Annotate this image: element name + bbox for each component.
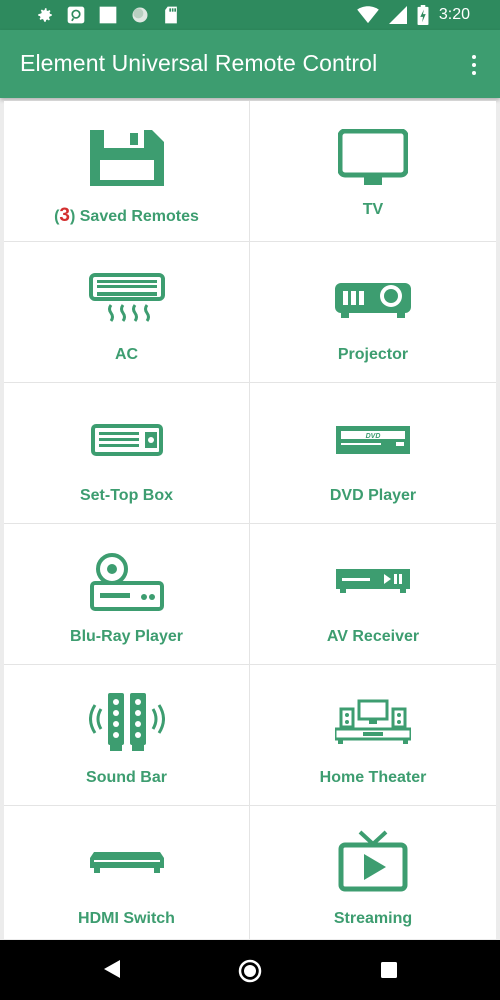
set-top-box-icon <box>90 424 163 456</box>
status-icons-left <box>36 5 180 25</box>
tile-set-top-box[interactable]: Set-Top Box <box>4 383 250 524</box>
tile-tv[interactable]: TV <box>250 101 496 242</box>
overflow-menu-icon[interactable] <box>464 50 484 80</box>
back-icon[interactable] <box>104 960 120 978</box>
projector-icon <box>335 283 411 318</box>
app-bar: Element Universal Remote Control <box>0 30 500 98</box>
tile-label: Streaming <box>333 910 413 927</box>
circle-icon <box>132 7 148 23</box>
sd-card-icon <box>165 6 177 24</box>
cast-icon <box>67 6 85 24</box>
square-icon <box>99 6 117 24</box>
tile-label: HDMI Switch <box>78 910 175 927</box>
tile-ac[interactable]: AC <box>4 242 250 383</box>
signal-icon <box>388 6 407 24</box>
tile-label: AV Receiver <box>326 628 420 645</box>
tile-label: TV <box>362 201 384 218</box>
home-theater-icon <box>335 699 411 744</box>
av-receiver-icon <box>336 569 410 593</box>
tile-label: AC <box>114 346 139 363</box>
tile-dvd-player[interactable]: DVD DVD Player <box>250 383 496 524</box>
status-bar: 3:20 <box>0 0 500 30</box>
tile-label: Home Theater <box>319 769 427 786</box>
tile-projector[interactable]: Projector <box>250 242 496 383</box>
home-icon[interactable] <box>238 959 262 983</box>
tile-hdmi-switch[interactable]: HDMI Switch <box>4 806 250 939</box>
bluray-player-icon <box>89 553 164 611</box>
svg-text:DVD: DVD <box>366 433 381 440</box>
app-title: Element Universal Remote Control <box>20 50 378 76</box>
floppy-disk-icon <box>89 130 164 186</box>
clock: 3:20 <box>438 6 470 23</box>
navigation-bar <box>0 940 500 1000</box>
tile-label: Blu-Ray Player <box>70 628 183 645</box>
tile-home-theater[interactable]: Home Theater <box>250 665 496 806</box>
gear-icon <box>38 8 52 22</box>
tile-label: Set-Top Box <box>79 487 174 504</box>
sound-bar-icon <box>88 693 165 751</box>
tv-icon <box>338 129 408 185</box>
battery-icon <box>417 5 429 25</box>
tile-label: Sound Bar <box>86 769 167 786</box>
streaming-icon <box>338 830 408 892</box>
air-conditioner-icon <box>88 273 165 322</box>
tile-streaming[interactable]: Streaming <box>250 806 496 939</box>
recents-icon[interactable] <box>381 962 397 978</box>
tile-sound-bar[interactable]: Sound Bar <box>4 665 250 806</box>
tile-label: DVD Player <box>329 487 417 504</box>
remote-category-grid: (3) Saved Remotes TV AC Projector Set-To… <box>4 101 496 939</box>
tile-label: (3) Saved Remotes <box>54 205 199 226</box>
tile-label: Projector <box>337 346 409 363</box>
dvd-player-icon: DVD <box>336 426 410 454</box>
status-icons-right: 3:20 <box>357 5 470 25</box>
tile-bluray-player[interactable]: Blu-Ray Player <box>4 524 250 665</box>
saved-remotes-count: 3 <box>59 205 70 226</box>
tile-av-receiver[interactable]: AV Receiver <box>250 524 496 665</box>
wifi-icon <box>357 6 379 24</box>
tile-saved-remotes[interactable]: (3) Saved Remotes <box>4 101 250 242</box>
hdmi-switch-icon <box>89 852 164 873</box>
